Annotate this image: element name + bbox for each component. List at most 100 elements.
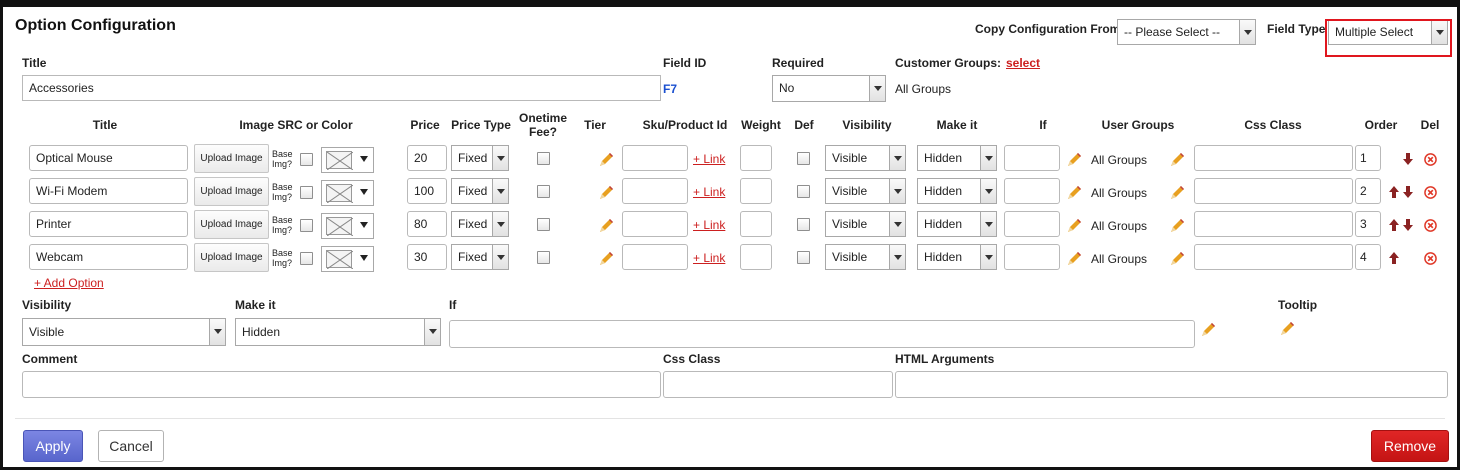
default-checkbox[interactable] (797, 152, 810, 165)
upload-image-button[interactable]: Upload Image (194, 243, 269, 272)
move-down-icon[interactable] (1402, 219, 1414, 231)
tier-pencil-icon[interactable] (597, 151, 615, 169)
delete-icon[interactable] (1424, 153, 1437, 166)
price-input[interactable]: 80 (407, 211, 447, 237)
color-swatch-picker[interactable] (321, 147, 374, 173)
sku-add-link[interactable]: + Link (693, 251, 725, 265)
required-select[interactable]: No (772, 75, 886, 102)
if-pencil-icon[interactable] (1065, 250, 1083, 268)
move-up-icon[interactable] (1388, 252, 1400, 264)
option-title-input[interactable]: Optical Mouse (29, 145, 188, 171)
upload-image-button[interactable]: Upload Image (194, 177, 269, 206)
order-input[interactable]: 1 (1355, 145, 1381, 171)
weight-input[interactable] (740, 178, 772, 204)
default-checkbox[interactable] (797, 185, 810, 198)
upload-image-button[interactable]: Upload Image (194, 210, 269, 239)
weight-input[interactable] (740, 211, 772, 237)
user-groups-pencil-icon[interactable] (1168, 250, 1186, 268)
price-input[interactable]: 30 (407, 244, 447, 270)
make-it-select[interactable]: Hidden (917, 145, 997, 171)
customer-groups-select-link[interactable]: select (1006, 56, 1040, 70)
tier-pencil-icon[interactable] (597, 184, 615, 202)
price-type-select[interactable]: Fixed (451, 145, 509, 171)
if-pencil-icon[interactable] (1065, 151, 1083, 169)
option-title-input[interactable]: Webcam (29, 244, 188, 270)
make-it-select[interactable]: Hidden (917, 211, 997, 237)
if-pencil-icon[interactable] (1065, 217, 1083, 235)
if-input[interactable] (1004, 211, 1060, 237)
price-type-select[interactable]: Fixed (451, 244, 509, 270)
color-swatch-picker[interactable] (321, 213, 374, 239)
if-pencil-icon[interactable] (1065, 184, 1083, 202)
title-input[interactable]: Accessories (22, 75, 661, 101)
visibility-select[interactable]: Visible (825, 145, 906, 171)
color-swatch-picker[interactable] (321, 180, 374, 206)
move-up-icon[interactable] (1388, 186, 1400, 198)
base-img-checkbox[interactable] (300, 153, 313, 166)
html-arguments-input[interactable] (895, 371, 1448, 398)
css-class-input[interactable] (1194, 211, 1353, 237)
option-title-input[interactable]: Printer (29, 211, 188, 237)
sku-input[interactable] (622, 244, 688, 270)
sku-input[interactable] (622, 145, 688, 171)
onetime-fee-checkbox[interactable] (537, 251, 550, 264)
sku-add-link[interactable]: + Link (693, 185, 725, 199)
delete-icon[interactable] (1424, 252, 1437, 265)
price-type-select[interactable]: Fixed (451, 211, 509, 237)
copy-configuration-select[interactable]: -- Please Select -- (1117, 19, 1256, 45)
onetime-fee-checkbox[interactable] (537, 218, 550, 231)
sku-input[interactable] (622, 211, 688, 237)
if-input[interactable] (1004, 145, 1060, 171)
comment-input[interactable] (22, 371, 661, 398)
css-class-input[interactable] (1194, 145, 1353, 171)
move-down-icon[interactable] (1402, 153, 1414, 165)
user-groups-pencil-icon[interactable] (1168, 217, 1186, 235)
field-css-class-input[interactable] (663, 371, 893, 398)
order-input[interactable]: 3 (1355, 211, 1381, 237)
move-up-icon[interactable] (1388, 219, 1400, 231)
make-it-select[interactable]: Hidden (917, 178, 997, 204)
field-if-input[interactable] (449, 320, 1195, 348)
tier-pencil-icon[interactable] (597, 217, 615, 235)
remove-button[interactable]: Remove (1371, 430, 1449, 462)
tier-pencil-icon[interactable] (597, 250, 615, 268)
user-groups-pencil-icon[interactable] (1168, 151, 1186, 169)
add-option-link[interactable]: + Add Option (34, 276, 104, 290)
color-swatch-picker[interactable] (321, 246, 374, 272)
weight-input[interactable] (740, 244, 772, 270)
sku-add-link[interactable]: + Link (693, 152, 725, 166)
visibility-select[interactable]: Visible (825, 178, 906, 204)
price-input[interactable]: 20 (407, 145, 447, 171)
visibility-select[interactable]: Visible (825, 244, 906, 270)
tooltip-pencil-icon[interactable] (1278, 320, 1296, 338)
upload-image-button[interactable]: Upload Image (194, 144, 269, 173)
weight-input[interactable] (740, 145, 772, 171)
price-type-select[interactable]: Fixed (451, 178, 509, 204)
default-checkbox[interactable] (797, 251, 810, 264)
cancel-button[interactable]: Cancel (98, 430, 164, 462)
make-it-select[interactable]: Hidden (917, 244, 997, 270)
if-input[interactable] (1004, 178, 1060, 204)
order-input[interactable]: 4 (1355, 244, 1381, 270)
sku-add-link[interactable]: + Link (693, 218, 725, 232)
base-img-checkbox[interactable] (300, 219, 313, 232)
css-class-input[interactable] (1194, 244, 1353, 270)
onetime-fee-checkbox[interactable] (537, 185, 550, 198)
price-input[interactable]: 100 (407, 178, 447, 204)
if-pencil-icon[interactable] (1199, 321, 1217, 339)
delete-icon[interactable] (1424, 219, 1437, 232)
delete-icon[interactable] (1424, 186, 1437, 199)
if-input[interactable] (1004, 244, 1060, 270)
user-groups-pencil-icon[interactable] (1168, 184, 1186, 202)
move-down-icon[interactable] (1402, 186, 1414, 198)
css-class-input[interactable] (1194, 178, 1353, 204)
field-make-it-select[interactable]: Hidden (235, 318, 441, 346)
base-img-checkbox[interactable] (300, 186, 313, 199)
onetime-fee-checkbox[interactable] (537, 152, 550, 165)
field-visibility-select[interactable]: Visible (22, 318, 226, 346)
sku-input[interactable] (622, 178, 688, 204)
visibility-select[interactable]: Visible (825, 211, 906, 237)
option-title-input[interactable]: Wi-Fi Modem (29, 178, 188, 204)
default-checkbox[interactable] (797, 218, 810, 231)
apply-button[interactable]: Apply (23, 430, 83, 462)
